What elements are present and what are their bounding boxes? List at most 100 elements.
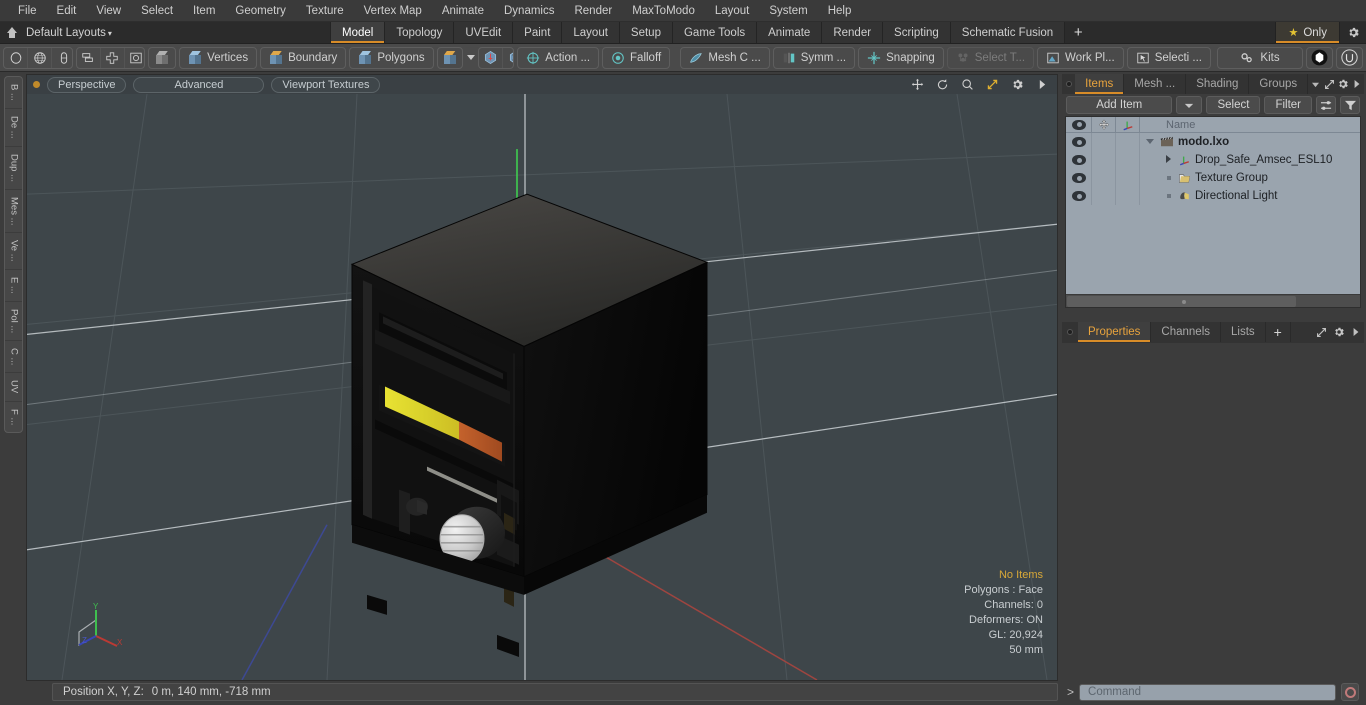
rail-tab-uv[interactable]: UV xyxy=(4,373,22,402)
row-name-cell[interactable]: modo.lxo xyxy=(1140,136,1360,148)
rail-tab-fusion[interactable]: F ... xyxy=(5,402,22,432)
selection-sets-button[interactable]: Selecti ... xyxy=(1126,46,1211,69)
twisty-right-icon[interactable] xyxy=(1164,155,1174,165)
table-row[interactable]: Drop_Safe_Amsec_ESL10 xyxy=(1066,151,1360,169)
menu-item-texture[interactable]: Texture xyxy=(296,2,354,20)
selection-mode-dropdown-icon[interactable] xyxy=(466,55,476,60)
selection-mode-polygons[interactable]: Polygons xyxy=(349,46,434,69)
menu-item-dynamics[interactable]: Dynamics xyxy=(494,2,564,20)
pan-icon[interactable] xyxy=(908,77,926,93)
menu-item-item[interactable]: Item xyxy=(183,2,225,20)
modo-logo-icon[interactable] xyxy=(1306,46,1333,69)
panel-more-arrow-icon[interactable] xyxy=(1347,322,1364,342)
viewport-settings-gear-icon[interactable] xyxy=(1008,77,1026,93)
menu-item-help[interactable]: Help xyxy=(818,2,862,20)
tab-layout[interactable]: Layout xyxy=(562,22,620,43)
tab-lists[interactable]: Lists xyxy=(1221,322,1266,342)
eye-icon[interactable] xyxy=(1071,137,1086,147)
menu-item-geometry[interactable]: Geometry xyxy=(225,2,296,20)
eye-icon[interactable] xyxy=(1071,173,1086,183)
viewport-more-arrow-icon[interactable] xyxy=(1033,77,1051,93)
row-lock-cell[interactable] xyxy=(1092,169,1116,187)
maximize-icon[interactable] xyxy=(983,77,1001,93)
row-visibility-cell[interactable] xyxy=(1066,169,1092,187)
panel-gear-icon[interactable] xyxy=(1336,74,1351,94)
mesh-constraint-button[interactable]: Mesh C ... xyxy=(680,46,770,69)
default-layouts-selector[interactable]: Default Layouts ▾ xyxy=(26,27,112,39)
command-input[interactable]: Command xyxy=(1079,683,1336,701)
add-properties-tab-button[interactable]: + xyxy=(1265,322,1291,342)
menu-item-file[interactable]: File xyxy=(8,2,47,20)
menu-item-view[interactable]: View xyxy=(86,2,131,20)
symmetry-button[interactable]: Symm ... xyxy=(772,46,856,69)
row-visibility-cell[interactable] xyxy=(1066,187,1092,205)
panel-more-arrow-icon[interactable] xyxy=(1350,74,1364,94)
selection-mode-more[interactable] xyxy=(436,46,463,69)
collapse-toolbar-icon[interactable] xyxy=(4,25,20,41)
rail-tab-polygon[interactable]: Pol ... xyxy=(4,302,22,341)
rotate-icon[interactable] xyxy=(933,77,951,93)
panel-expand-icon[interactable] xyxy=(1313,322,1330,342)
tab-topology[interactable]: Topology xyxy=(385,22,455,43)
add-layout-tab-button[interactable]: + xyxy=(1065,22,1091,43)
rail-tab-vertex[interactable]: Ve ... xyxy=(4,233,22,270)
paint-brush-icon[interactable] xyxy=(52,48,72,68)
row-axis-cell[interactable] xyxy=(1116,133,1140,151)
falloff-button[interactable]: Falloff xyxy=(602,46,671,69)
tab-properties[interactable]: Properties xyxy=(1078,322,1152,342)
record-circle-icon[interactable] xyxy=(1341,683,1359,701)
row-lock-cell[interactable] xyxy=(1092,151,1116,169)
items-panel-handle[interactable] xyxy=(1062,74,1075,94)
tab-channels[interactable]: Channels xyxy=(1151,322,1222,342)
viewport-view-mode-button[interactable]: Perspective xyxy=(47,76,127,93)
tab-dropdown-caret-icon[interactable] xyxy=(1308,74,1323,94)
kits-button[interactable]: Kits xyxy=(1217,46,1303,69)
tab-uvedit[interactable]: UVEdit xyxy=(454,22,514,43)
tab-scripting[interactable]: Scripting xyxy=(883,22,951,43)
tab-paint[interactable]: Paint xyxy=(513,22,563,43)
globe-icon[interactable] xyxy=(28,47,52,68)
list-options-icon[interactable] xyxy=(1316,96,1336,114)
axis-gizmo-a-icon[interactable] xyxy=(479,47,504,68)
panel-gear-icon[interactable] xyxy=(1330,322,1347,342)
action-center-button[interactable]: Action ... xyxy=(517,46,600,69)
rail-tab-mesh[interactable]: Mes ... xyxy=(4,190,22,234)
menu-item-edit[interactable]: Edit xyxy=(47,2,87,20)
only-toggle-button[interactable]: ★ Only xyxy=(1275,22,1340,43)
items-tree[interactable]: Name modo.lxo Drop_Safe_Amsec_ESL10 Text… xyxy=(1065,116,1361,308)
table-row[interactable]: Directional Light xyxy=(1066,187,1360,205)
tab-setup[interactable]: Setup xyxy=(619,22,673,43)
row-name-cell[interactable]: Drop_Safe_Amsec_ESL10 xyxy=(1140,154,1360,166)
item-mode-button[interactable] xyxy=(148,46,177,69)
viewport-canvas[interactable]: No Items Polygons : Face Channels: 0 Def… xyxy=(27,94,1057,680)
layers-icon[interactable] xyxy=(77,47,101,68)
tab-render[interactable]: Render xyxy=(822,22,884,43)
menu-item-select[interactable]: Select xyxy=(131,2,183,20)
row-name-cell[interactable]: Directional Light xyxy=(1140,190,1360,202)
menu-item-animate[interactable]: Animate xyxy=(432,2,494,20)
selection-mode-boundary[interactable]: Boundary xyxy=(260,46,347,69)
scrollbar-thumb[interactable] xyxy=(1067,295,1297,307)
menu-item-layout[interactable]: Layout xyxy=(705,2,760,20)
add-item-button[interactable]: Add Item xyxy=(1066,96,1173,114)
tab-schematic-fusion[interactable]: Schematic Fusion xyxy=(950,22,1066,43)
gear-icon[interactable] xyxy=(1340,22,1366,43)
rail-tab-basic[interactable]: B ... xyxy=(4,77,22,109)
menu-item-maxtomodo[interactable]: MaxToModo xyxy=(622,2,705,20)
viewport-3d[interactable]: Perspective Advanced Viewport Textures N… xyxy=(26,74,1058,681)
center-cross-icon[interactable] xyxy=(101,47,125,68)
add-item-dropdown-button[interactable] xyxy=(1176,96,1203,114)
filter-button[interactable]: Filter xyxy=(1264,96,1312,114)
eye-icon[interactable] xyxy=(1071,191,1086,201)
rail-tab-deform[interactable]: De ... xyxy=(4,109,22,147)
rail-tab-curve[interactable]: C ... xyxy=(4,341,22,374)
row-visibility-cell[interactable] xyxy=(1066,133,1092,151)
zoom-icon[interactable] xyxy=(958,77,976,93)
tab-model[interactable]: Model xyxy=(330,22,386,43)
axis-gizmo-b-icon[interactable] xyxy=(503,48,514,68)
panel-expand-icon[interactable] xyxy=(1322,74,1337,94)
bounding-box-icon[interactable] xyxy=(125,48,145,68)
properties-panel-handle[interactable] xyxy=(1062,322,1078,342)
tab-shading[interactable]: Shading xyxy=(1186,74,1250,94)
select-through-button[interactable]: Select T... xyxy=(946,46,1035,69)
